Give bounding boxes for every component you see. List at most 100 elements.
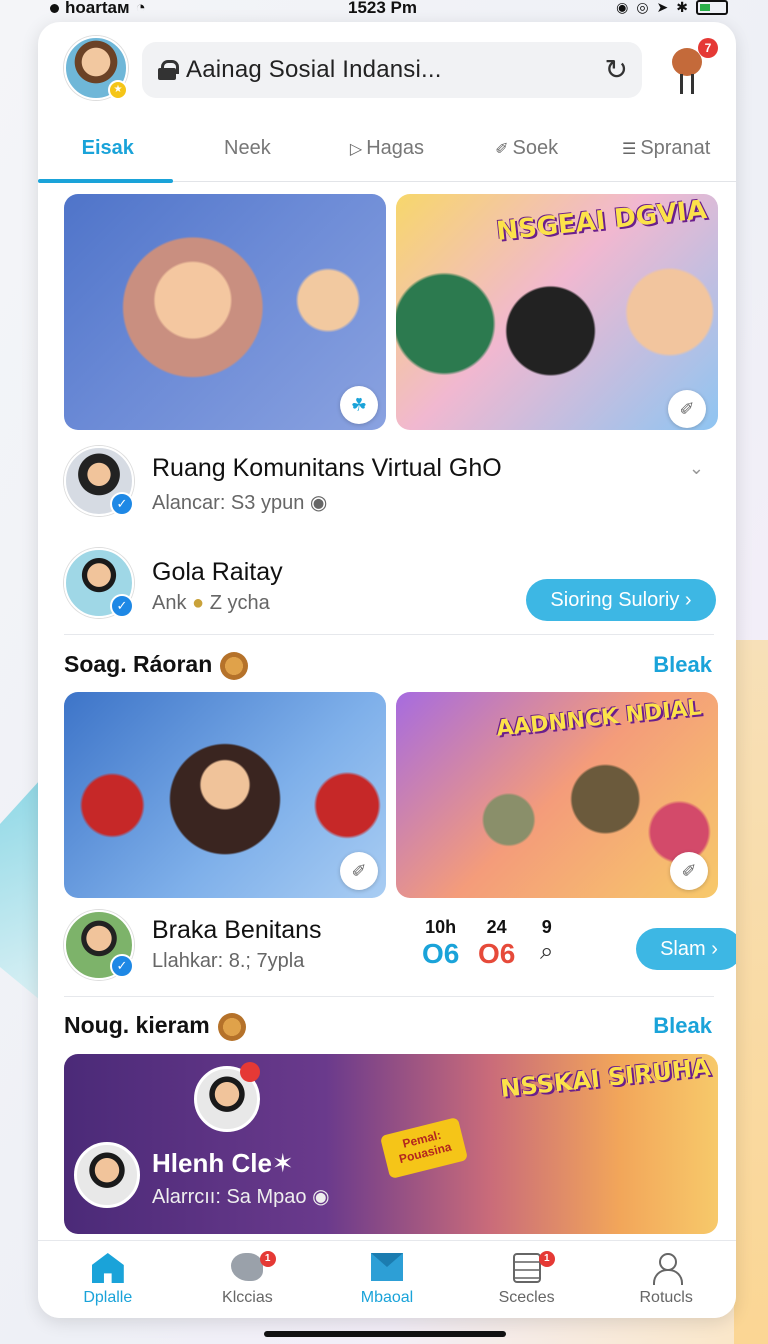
search-bar[interactable]: Aainag Sosial Indansi... ↻	[142, 42, 642, 98]
divider	[64, 996, 714, 997]
attach-icon[interactable]: ✐	[668, 390, 706, 428]
tab-label: Eisak	[81, 137, 134, 159]
verified-icon: ✓	[110, 954, 134, 978]
nav-scecles[interactable]: 1 Scecles	[457, 1241, 597, 1318]
feed-image-family-phone[interactable]: ☘	[64, 194, 386, 430]
emoji-icon	[220, 651, 249, 680]
bird-icon	[231, 1253, 264, 1281]
banner-image-title: NSSKAI SIRUHA	[499, 1054, 712, 1103]
app-window: ★ Aainag Sosial Indansi... ↻ 7 Eisak Nee…	[38, 22, 736, 1318]
slam-button[interactable]: Slam ›	[636, 928, 736, 970]
post-stats: 10h O6 24 O6 9 ⌕	[422, 917, 572, 977]
row-title: Braka Benitans	[152, 916, 322, 944]
nav-klccias[interactable]: 1 Klccias	[178, 1241, 318, 1318]
info-icon: ◉	[312, 1186, 330, 1208]
nav-label: Rotucls	[639, 1289, 693, 1306]
feed-image-community-gathering[interactable]: AADNNCK NDIAL ✐	[396, 692, 718, 898]
section-title: Noug. kieram	[64, 1012, 246, 1041]
nav-badge: 1	[259, 1251, 276, 1267]
image-title-text: NSGEAI DGVIA	[495, 195, 709, 247]
tab-spranat[interactable]: ☰ Spranat	[596, 126, 736, 181]
divider	[64, 634, 714, 635]
flower-icon	[240, 1062, 260, 1082]
verified-icon: ✓	[110, 492, 134, 516]
profile-icon	[651, 1253, 684, 1285]
info-icon: ◉	[309, 492, 328, 514]
top-bar: ★ Aainag Sosial Indansi... ↻ 7	[38, 22, 736, 126]
row-subtitle: Ank ● Z ycha	[152, 592, 270, 614]
banner-subtitle: Alarrcıı: Sa Mpao ◉	[152, 1186, 330, 1208]
row-title: Ruang Komunitans Virtual GhO	[152, 454, 502, 482]
notes-icon	[512, 1253, 541, 1283]
follow-button[interactable]: Sioring Suloriy ›	[526, 579, 716, 621]
location-icon: ➤	[656, 0, 669, 15]
list-icon: ☰	[621, 141, 637, 158]
comment-icon: ⌕	[540, 938, 554, 965]
tab-label: Soek	[512, 137, 559, 159]
mail-icon	[370, 1253, 403, 1281]
chevron-down-icon[interactable]: ⌄	[689, 458, 704, 479]
attach-icon[interactable]: ✐	[340, 852, 378, 890]
wifi-icon: ◔	[135, 0, 146, 17]
background-shape-right	[734, 640, 768, 1344]
nav-mbaoal[interactable]: Mbaoal	[317, 1241, 457, 1318]
alarm-icon: ◎	[636, 0, 649, 15]
attach-icon[interactable]: ✐	[670, 852, 708, 890]
nav-label: Mbaoal	[360, 1289, 414, 1306]
home-icon	[91, 1253, 124, 1283]
status-badge-icon: ★	[108, 80, 128, 100]
tab-label: Hagas	[366, 137, 425, 159]
tab-soek[interactable]: ✐ Soek	[457, 126, 597, 181]
nav-home[interactable]: Dplalle	[38, 1241, 178, 1318]
featured-banner[interactable]: Hlenh Cle✶ Alarrcıı: Sa Mpao ◉ Pemal: Po…	[64, 1054, 718, 1234]
emoji-icon	[217, 1012, 246, 1041]
nav-label: Dplalle	[83, 1289, 133, 1306]
nav-rotucls[interactable]: Rotucls	[596, 1241, 736, 1318]
feed-image-kids-phone[interactable]: ✐	[64, 692, 386, 898]
reload-icon[interactable]: ↻	[605, 56, 628, 84]
stat-comments[interactable]: 9 ⌕	[540, 917, 553, 966]
nav-label: Klccias	[222, 1289, 273, 1306]
tab-hagas[interactable]: ▷ Hagas	[317, 126, 457, 181]
signal-dot-icon	[50, 3, 59, 13]
banner-title: Hlenh Cle✶	[152, 1148, 294, 1178]
banner-sticker: Pemal: Pouasina	[379, 1116, 469, 1180]
post-row[interactable]: ✓ Braka Benitans Llahkar: 8.; 7ypla Slam…	[64, 910, 736, 990]
bottom-navigation: Dplalle 1 Klccias Mbaoal 1 Scecles Rotuc…	[38, 1240, 736, 1318]
stat-views: 10h O6	[422, 917, 460, 969]
battery-icon	[696, 0, 728, 15]
background-shape-left	[0, 780, 40, 1000]
tab-neek[interactable]: Neek	[178, 126, 318, 181]
lock-icon	[158, 60, 179, 80]
link-icon: ✐	[495, 141, 509, 158]
row-subtitle: Llahkar: 8.; 7ypla	[152, 950, 305, 972]
record-icon: ◉	[616, 0, 629, 15]
home-indicator[interactable]	[264, 1331, 506, 1337]
play-icon: ▷	[349, 141, 363, 158]
nav-label: Scecles	[498, 1289, 555, 1306]
notification-badge: 7	[698, 38, 718, 58]
emoji-icon: ●	[192, 592, 205, 614]
tab-eisak[interactable]: Eisak	[38, 126, 178, 183]
tab-label: Neek	[224, 137, 271, 159]
section-more-link[interactable]: Bleak	[653, 652, 712, 678]
stat-likes: 24 O6	[478, 917, 516, 969]
verified-icon: ✓	[110, 594, 134, 618]
row-title: Gola Raitay	[152, 558, 283, 586]
banner-avatar[interactable]	[74, 1142, 140, 1208]
tab-bar: Eisak Neek ▷ Hagas ✐ Soek ☰ Spranat	[38, 126, 736, 183]
search-input[interactable]: Aainag Sosial Indansi...	[186, 56, 442, 84]
row-subtitle: Alancar: S3 ypun ◉	[152, 492, 328, 514]
leaf-action-icon[interactable]: ☘	[340, 386, 378, 424]
list-item[interactable]: ✓ Ruang Komunitans Virtual GhO Alancar: …	[64, 446, 714, 526]
bluetooth-icon: ✱	[676, 0, 688, 15]
status-time: 1523 Pm	[348, 0, 417, 17]
feed-image-group-phones[interactable]: NSGEAI DGVIA ✐	[396, 194, 718, 430]
nav-badge: 1	[538, 1251, 555, 1267]
section-title: Soag. Ráoran	[64, 651, 249, 680]
image-title-text: AADNNCK NDIAL	[495, 695, 703, 742]
tab-label: Spranat	[640, 137, 711, 159]
carrier-name: hoartaм	[65, 0, 130, 17]
section-more-link[interactable]: Bleak	[653, 1013, 712, 1039]
list-item[interactable]: ✓ Gola Raitay Ank ● Z ycha Sioring Sulor…	[64, 548, 716, 628]
